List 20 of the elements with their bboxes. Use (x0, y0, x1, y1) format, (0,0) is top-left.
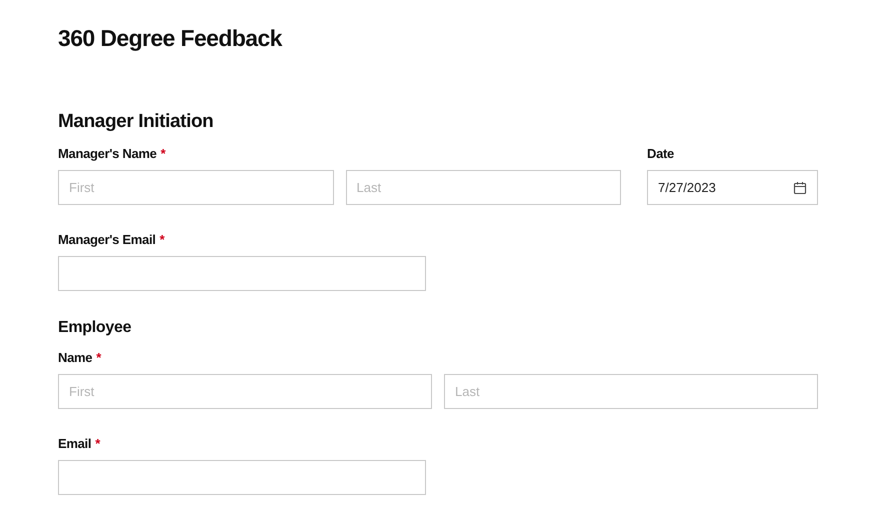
date-field[interactable]: 7/27/2023 (647, 170, 818, 205)
subsection-heading: Employee (58, 318, 132, 338)
first-name-field[interactable]: First (58, 374, 432, 409)
section-heading: Manager Initiation (58, 110, 214, 134)
field-label: Email (58, 435, 92, 453)
field-label: Manager's Name (58, 145, 157, 163)
first-name-field[interactable]: First (58, 170, 334, 205)
email-field[interactable] (58, 256, 426, 291)
last-name-field[interactable]: Last (346, 170, 621, 205)
required-mark: * (160, 145, 166, 163)
field-label: Name (58, 349, 92, 367)
last-name-field[interactable]: Last (444, 374, 818, 409)
required-mark: * (95, 435, 100, 453)
calendar-icon[interactable] (793, 180, 807, 194)
email-field[interactable] (58, 460, 426, 495)
form-title: 360 Degree Feedback (58, 24, 284, 53)
field-label: Date (647, 145, 674, 163)
required-mark: * (96, 349, 101, 367)
required-mark: * (160, 231, 164, 249)
field-label: Manager's Email (58, 231, 156, 249)
